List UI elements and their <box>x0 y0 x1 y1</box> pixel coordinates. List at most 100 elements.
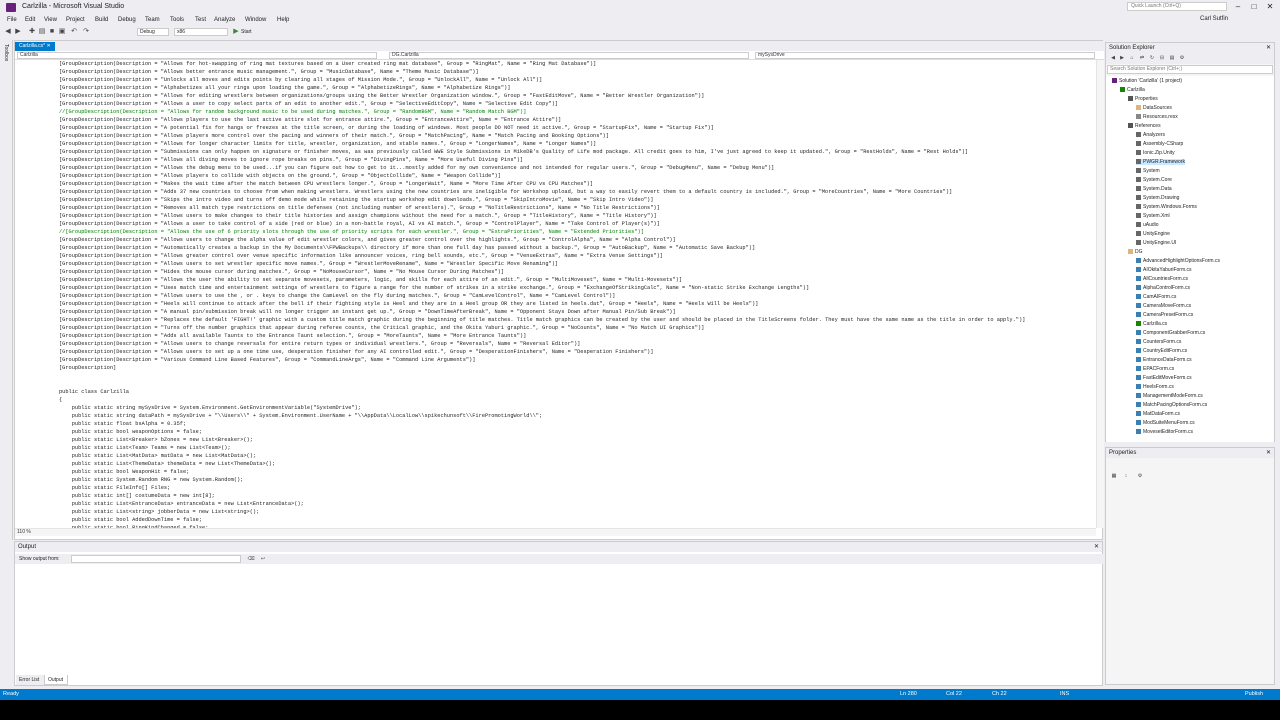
tab-output[interactable]: Output <box>44 675 68 685</box>
tree-node[interactable]: DataSources <box>1136 105 1172 111</box>
tree-node[interactable]: PWGR.Framework <box>1136 159 1185 165</box>
alphabetical-icon[interactable]: ↕ <box>1122 472 1130 480</box>
tree-node[interactable]: CameraMoveForm.cs <box>1136 303 1191 309</box>
zoom-level[interactable]: 110 % <box>17 529 31 535</box>
maximize-button[interactable]: □ <box>1246 0 1262 13</box>
minimize-button[interactable]: – <box>1230 0 1246 13</box>
tree-node[interactable]: System <box>1136 168 1160 174</box>
tree-node[interactable]: UnityEngine.UI <box>1136 240 1176 246</box>
word-wrap-icon[interactable]: ↩ <box>259 555 267 563</box>
tree-node[interactable]: MatDataForm.cs <box>1136 411 1180 417</box>
back-icon[interactable]: ◀ <box>4 28 12 36</box>
solution-search-input[interactable]: Search Solution Explorer (Ctrl+;) <box>1107 65 1273 74</box>
member-nav-select[interactable]: mySysDrive <box>755 52 1095 59</box>
close-icon[interactable]: ✕ <box>1266 44 1271 51</box>
tree-node[interactable]: EPACForm.cs <box>1136 366 1174 372</box>
forward-icon[interactable]: ▶ <box>1118 54 1126 62</box>
tab-carlzilla-cs[interactable]: Carlzilla.cs* ✕ <box>15 42 55 51</box>
horizontal-scrollbar[interactable] <box>15 528 1096 536</box>
menu-help[interactable]: Help <box>277 17 289 23</box>
menu-file[interactable]: File <box>7 17 17 23</box>
tree-node[interactable]: MatchPacingOptionsForm.cs <box>1136 402 1207 408</box>
tree-node[interactable]: Carlzilla.cs <box>1136 321 1167 327</box>
tree-node[interactable]: ComponentGrabberForm.cs <box>1136 330 1205 336</box>
tree-node[interactable]: System.Windows.Forms <box>1136 204 1197 210</box>
menu-analyze[interactable]: Analyze <box>214 17 235 23</box>
tree-node[interactable]: HeelsForm.cs <box>1136 384 1174 390</box>
start-icon[interactable]: ▶ <box>232 28 240 36</box>
project-nav-select[interactable]: Carlzilla <box>17 52 377 59</box>
redo-icon[interactable]: ↷ <box>82 28 90 36</box>
tree-node[interactable]: UnityEngine <box>1136 231 1170 237</box>
close-tab-icon[interactable]: ✕ <box>47 43 51 49</box>
tree-node[interactable]: Assembly-CSharp <box>1136 141 1183 147</box>
platform-select[interactable]: x86 <box>174 28 228 36</box>
tree-node[interactable]: Resources.resx <box>1136 114 1178 120</box>
show-all-files-icon[interactable]: ▤ <box>1168 54 1176 62</box>
tree-node[interactable]: Analyzers <box>1136 132 1165 138</box>
tab-error-list[interactable]: Error List <box>16 675 44 685</box>
tree-node[interactable]: FastEditMoveForm.cs <box>1136 375 1192 381</box>
tree-node[interactable]: AlphaControlForm.cs <box>1136 285 1190 291</box>
sync-icon[interactable]: ⇄ <box>1138 54 1146 62</box>
collapse-all-icon[interactable]: ⊟ <box>1158 54 1166 62</box>
start-button[interactable]: Start <box>241 29 252 35</box>
tree-node[interactable]: CameraPresetForm.cs <box>1136 312 1193 318</box>
tree-node[interactable]: uAudio <box>1136 222 1159 228</box>
tree-node[interactable]: System.Drawing <box>1136 195 1179 201</box>
open-file-icon[interactable]: ▤ <box>38 28 46 36</box>
tree-node[interactable]: ManagementModeForm.cs <box>1136 393 1203 399</box>
configuration-select[interactable]: Debug <box>137 28 169 36</box>
menu-build[interactable]: Build <box>95 17 108 23</box>
close-icon[interactable]: ✕ <box>1266 449 1271 456</box>
tree-node[interactable]: Ionic.Zip.Unity <box>1136 150 1175 156</box>
tree-node[interactable]: System.Xml <box>1136 213 1170 219</box>
menu-project[interactable]: Project <box>66 17 85 23</box>
forward-icon[interactable]: ▶ <box>14 28 22 36</box>
tree-node[interactable]: AdvancedHighlightOptionsForm.cs <box>1136 258 1220 264</box>
user-account[interactable]: Carl Sutfin <box>1200 16 1228 22</box>
tree-node[interactable]: References <box>1128 123 1161 129</box>
tree-node[interactable]: ModSuiteMenuForm.cs <box>1136 420 1195 426</box>
type-nav-select[interactable]: DG.Carlzilla <box>389 52 749 59</box>
vertical-scrollbar[interactable] <box>1096 60 1104 528</box>
property-pages-icon[interactable]: ⚙ <box>1136 472 1144 480</box>
menu-tools[interactable]: Tools <box>170 17 184 23</box>
properties-icon[interactable]: ⚙ <box>1178 54 1186 62</box>
menu-view[interactable]: View <box>44 17 57 23</box>
close-icon[interactable]: ✕ <box>1094 543 1099 550</box>
tree-node[interactable]: EntranceDataForm.cs <box>1136 357 1192 363</box>
close-button[interactable]: ✕ <box>1262 0 1278 13</box>
refresh-icon[interactable]: ↻ <box>1148 54 1156 62</box>
tree-node[interactable]: Properties <box>1128 96 1158 102</box>
tree-node[interactable]: Carlzilla <box>1120 87 1145 93</box>
toolbox-tab[interactable]: Toolbox <box>0 40 13 540</box>
menu-team[interactable]: Team <box>145 17 160 23</box>
menu-window[interactable]: Window <box>245 17 266 23</box>
menu-edit[interactable]: Edit <box>25 17 35 23</box>
save-all-icon[interactable]: ▣ <box>58 28 66 36</box>
save-icon[interactable]: ■ <box>48 28 56 36</box>
new-project-icon[interactable]: ✚ <box>28 28 36 36</box>
menu-test[interactable]: Test <box>195 17 206 23</box>
tree-node[interactable]: DG <box>1128 249 1143 255</box>
output-source-select[interactable] <box>71 555 241 563</box>
quick-launch-input[interactable]: Quick Launch (Ctrl+Q) <box>1127 2 1227 11</box>
tree-node[interactable]: CountryEditForm.cs <box>1136 348 1187 354</box>
tree-node[interactable]: System.Data <box>1136 186 1172 192</box>
tree-node[interactable]: CountersForm.cs <box>1136 339 1181 345</box>
menu-debug[interactable]: Debug <box>118 17 136 23</box>
code-area[interactable]: [GroupDescription(Description = "Allows … <box>15 60 1095 528</box>
categorized-icon[interactable]: ▦ <box>1110 472 1118 480</box>
tree-node[interactable]: AIOkitaYaburiForm.cs <box>1136 267 1192 273</box>
home-icon[interactable]: ⌂ <box>1128 54 1136 62</box>
tree-node[interactable]: MovesetEditorForm.cs <box>1136 429 1193 435</box>
tree-node[interactable]: System.Core <box>1136 177 1172 183</box>
tree-node[interactable]: CamAIForm.cs <box>1136 294 1176 300</box>
tree-node[interactable]: Solution 'Carlzilla' (1 project) <box>1112 78 1182 84</box>
tree-node[interactable]: AllCountriesForm.cs <box>1136 276 1188 282</box>
back-icon[interactable]: ◀ <box>1109 54 1117 62</box>
undo-icon[interactable]: ↶ <box>70 28 78 36</box>
clear-all-icon[interactable]: ⌫ <box>247 555 255 563</box>
publish-button[interactable]: Publish <box>1245 691 1263 697</box>
